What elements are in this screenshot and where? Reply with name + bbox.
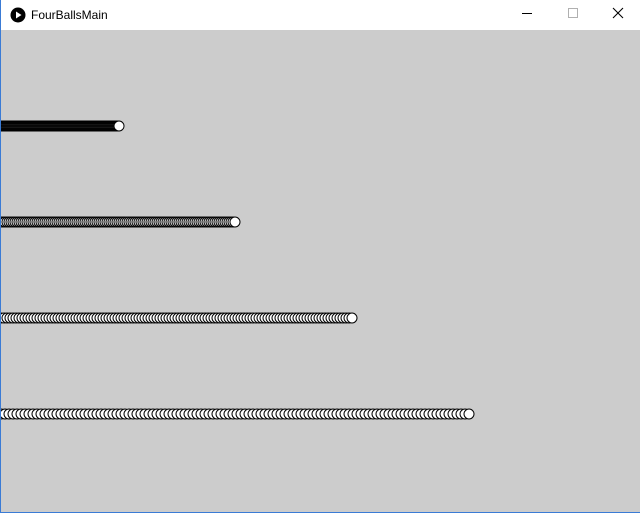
minimize-icon: [521, 6, 533, 24]
balls-drawing: [1, 120, 475, 420]
sketch-canvas[interactable]: [1, 30, 640, 512]
ball-3: [346, 312, 358, 324]
ball-1: [113, 120, 125, 132]
window-title: FourBallsMain: [31, 8, 108, 22]
play-circle-icon: [10, 7, 26, 23]
ball-1-trail: [1, 120, 125, 132]
close-button[interactable]: [595, 0, 640, 30]
ball-4: [463, 408, 475, 420]
maximize-button[interactable]: [550, 0, 596, 30]
ball-3-trail: [1, 312, 358, 324]
title-bar[interactable]: FourBallsMain: [1, 0, 640, 30]
close-icon: [612, 6, 624, 24]
ball-4-trail: [1, 408, 475, 420]
maximize-icon: [567, 6, 579, 24]
ball-2-trail: [1, 216, 241, 228]
minimize-button[interactable]: [504, 0, 550, 30]
app-window: FourBallsMain: [0, 0, 640, 513]
ball-2: [229, 216, 241, 228]
